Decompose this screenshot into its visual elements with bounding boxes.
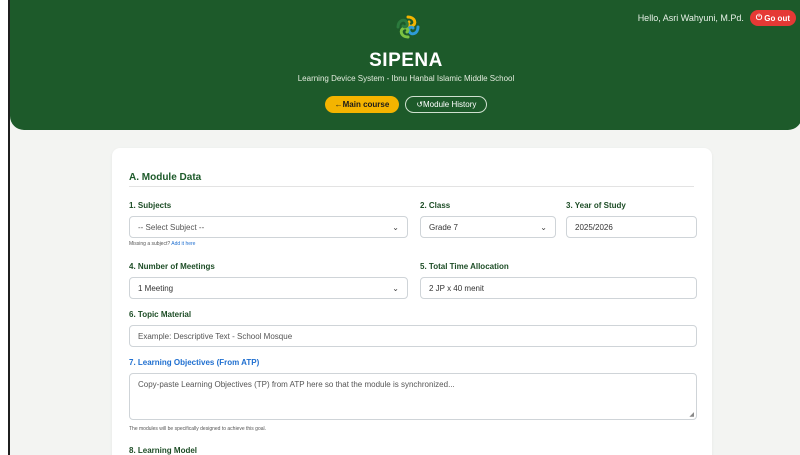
topic-label: 6. Topic Material xyxy=(129,310,192,319)
user-bar: Hello, Asri Wahyuni, M.Pd. ⏻ Go out xyxy=(638,10,796,26)
app-logo-icon xyxy=(396,15,420,39)
topic-input[interactable]: Example: Descriptive Text - School Mosqu… xyxy=(129,325,697,347)
time-allocation-input[interactable]: 2 JP x 40 menit xyxy=(420,277,697,299)
objectives-hint: The modules will be specifically designe… xyxy=(129,426,267,432)
meetings-select[interactable]: 1 Meeting ⌄ xyxy=(129,277,408,299)
header-nav: ←Main course ↺Module History xyxy=(10,96,800,113)
learning-model-label: 8. Learning Model xyxy=(129,446,198,455)
header: Hello, Asri Wahyuni, M.Pd. ⏻ Go out SIPE… xyxy=(10,0,800,130)
subjects-select[interactable]: -- Select Subject -- ⌄ xyxy=(129,216,408,238)
subjects-label: 1. Subjects xyxy=(129,201,172,210)
chevron-down-icon: ⌄ xyxy=(540,222,547,232)
module-history-button[interactable]: ↺Module History xyxy=(405,96,488,113)
module-form-card: A. Module Data 1. Subjects -- Select Sub… xyxy=(112,148,712,455)
logout-button[interactable]: ⏻ Go out xyxy=(749,10,796,26)
objectives-textarea[interactable]: Copy-paste Learning Objectives (TP) from… xyxy=(129,373,697,420)
app-frame: Hello, Asri Wahyuni, M.Pd. ⏻ Go out SIPE… xyxy=(8,0,800,455)
year-input[interactable]: 2025/2026 xyxy=(566,216,697,238)
chevron-down-icon: ⌄ xyxy=(392,222,399,232)
add-subject-link[interactable]: Add it here xyxy=(171,241,195,247)
main-course-button[interactable]: ←Main course xyxy=(324,96,400,113)
section-title: A. Module Data xyxy=(129,172,202,183)
year-label: 3. Year of Study xyxy=(566,201,626,210)
class-label: 2. Class xyxy=(420,201,451,210)
user-greeting: Hello, Asri Wahyuni, M.Pd. xyxy=(637,13,744,23)
meetings-label: 4. Number of Meetings xyxy=(129,262,215,271)
missing-subject-hint: Missing a subject? Add it here xyxy=(129,241,196,247)
power-icon: ⏻ xyxy=(755,13,763,22)
time-allocation-label: 5. Total Time Allocation xyxy=(420,262,509,271)
objectives-label: 7. Learning Objectives (From ATP) xyxy=(129,358,260,367)
chevron-down-icon: ⌄ xyxy=(392,283,399,293)
section-divider xyxy=(129,186,694,187)
class-select[interactable]: Grade 7 ⌄ xyxy=(420,216,556,238)
app-title: SIPENA xyxy=(369,50,443,71)
app-subtitle: Learning Device System - Ibnu Hanbal Isl… xyxy=(297,74,515,83)
resize-handle-icon[interactable]: ◢ xyxy=(689,411,694,418)
arrow-left-icon: ← xyxy=(334,100,343,109)
history-icon: ↺ xyxy=(416,100,424,109)
